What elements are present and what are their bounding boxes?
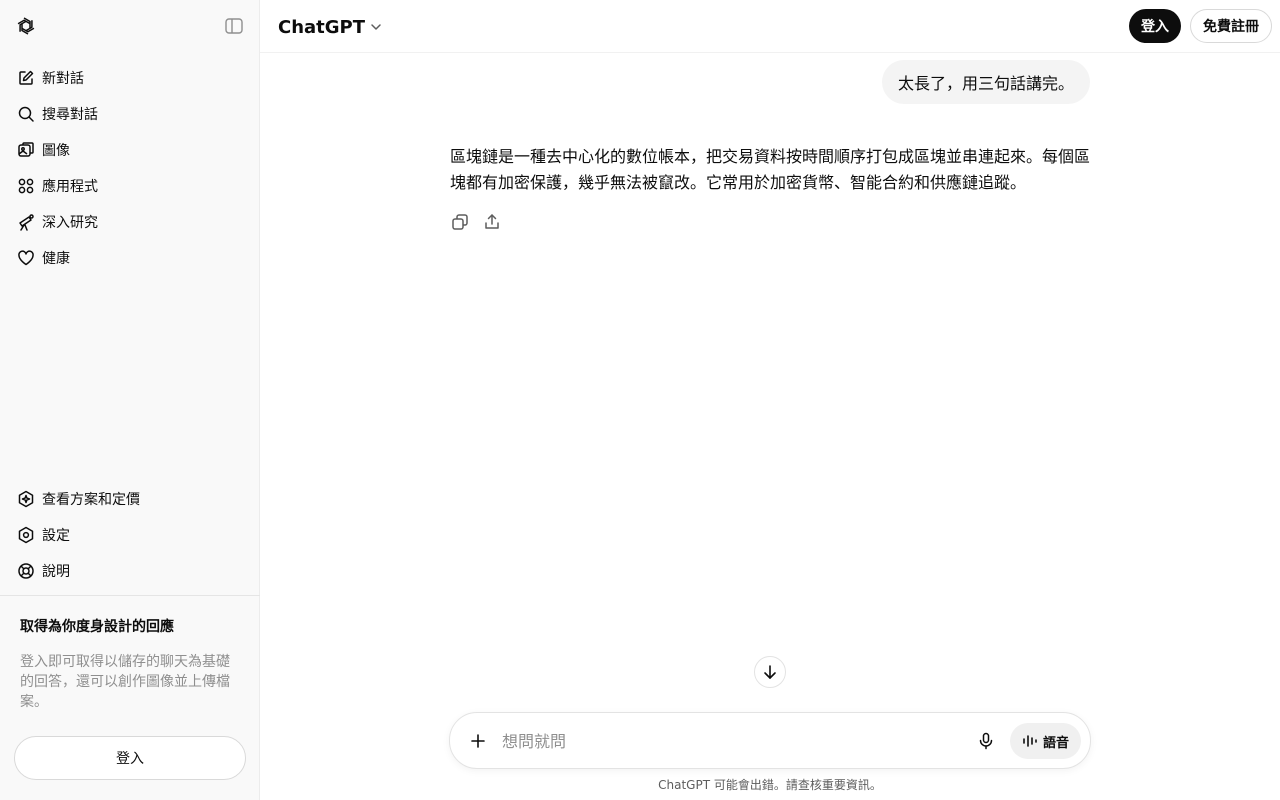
prompt-input[interactable]: [502, 727, 962, 755]
openai-logo-icon[interactable]: [14, 14, 38, 38]
promo-text: 登入即可取得以儲存的聊天為基礎的回答，還可以創作圖像並上傳檔案。: [20, 654, 230, 710]
model-name: ChatGPT: [278, 16, 366, 38]
sidebar-item-label: 設定: [42, 528, 70, 544]
login-button[interactable]: 登入: [1129, 9, 1181, 43]
sidebar-item-label: 健康: [42, 251, 70, 267]
sidebar-item-label: 應用程式: [42, 179, 98, 195]
disclaimer: ChatGPT 可能會出錯。請查核重要資訊。: [658, 778, 882, 792]
image-icon: [16, 140, 36, 160]
sidebar-item-label: 新對話: [42, 71, 84, 87]
sidebar-item-help[interactable]: 說明: [8, 553, 252, 589]
copy-button[interactable]: [444, 206, 476, 238]
header-divider: [260, 52, 1280, 53]
telescope-icon: [16, 212, 36, 232]
share-icon: [483, 213, 501, 231]
sidebar-item-images[interactable]: 圖像: [8, 132, 252, 168]
chevron-down-icon: [369, 20, 383, 34]
share-button[interactable]: [476, 206, 508, 238]
voice-label: 語音: [1042, 735, 1069, 751]
assistant-message: 區塊鏈是一種去中心化的數位帳本，把交易資料按時間順序打包成區塊並串連起來。每個區…: [450, 147, 1091, 192]
sidebar-toggle-button[interactable]: [222, 14, 246, 38]
waveform-icon: [1022, 734, 1038, 748]
sidebar: 新對話 搜尋對話 圖像 應用程式 深入研究 健康 查看方案和定價 設定 說明 取…: [0, 0, 260, 800]
upgrade-icon: [16, 489, 36, 509]
message-actions: [444, 206, 508, 238]
sidebar-item-apps[interactable]: 應用程式: [8, 168, 252, 204]
sidebar-item-new-chat[interactable]: 新對話: [8, 60, 252, 96]
arrow-down-icon: [762, 664, 778, 680]
sidebar-nav: 新對話 搜尋對話 圖像 應用程式 深入研究 健康: [8, 60, 252, 276]
sidebar-divider: [0, 595, 260, 596]
sidebar-item-label: 搜尋對話: [42, 107, 98, 123]
gear-icon: [16, 525, 36, 545]
plus-icon: [469, 732, 487, 750]
promo-title: 取得為你度身設計的回應: [20, 619, 174, 635]
sidebar-item-health[interactable]: 健康: [8, 240, 252, 276]
sidebar-item-plans-pricing[interactable]: 查看方案和定價: [8, 481, 252, 517]
sidebar-login-button[interactable]: 登入: [14, 736, 246, 780]
voice-mode-button[interactable]: 語音: [1010, 723, 1081, 759]
model-selector[interactable]: ChatGPT: [270, 12, 391, 42]
apps-icon: [16, 176, 36, 196]
scroll-to-bottom-button[interactable]: [754, 656, 786, 688]
attach-button[interactable]: [464, 727, 492, 755]
edit-icon: [16, 68, 36, 88]
sidebar-item-deep-research[interactable]: 深入研究: [8, 204, 252, 240]
sidebar-item-label: 深入研究: [42, 215, 98, 231]
user-message-bubble: 太長了，用三句話講完。: [881, 60, 1090, 104]
help-icon: [16, 561, 36, 581]
sidebar-item-settings[interactable]: 設定: [8, 517, 252, 553]
heart-icon: [16, 248, 36, 268]
sidebar-item-label: 圖像: [42, 143, 70, 159]
sidebar-bottom-nav: 查看方案和定價 設定 說明: [8, 481, 252, 589]
sidebar-item-label: 說明: [42, 564, 70, 580]
sidebar-item-label: 查看方案和定價: [42, 492, 140, 508]
signup-button[interactable]: 免費註冊: [1190, 9, 1272, 43]
copy-icon: [451, 213, 469, 231]
dictate-button[interactable]: [972, 727, 1000, 755]
composer: 語音: [449, 712, 1091, 769]
microphone-icon: [977, 732, 995, 750]
sidebar-item-search-chats[interactable]: 搜尋對話: [8, 96, 252, 132]
search-icon: [16, 104, 36, 124]
